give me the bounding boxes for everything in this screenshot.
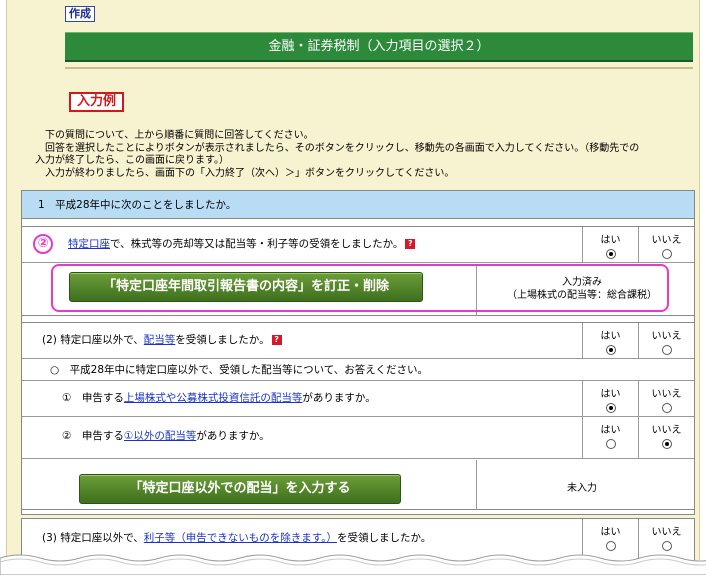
sub-question-1-row: ① 申告する上場株式や公募株式投資信託の配当等がありますか。 はい いいえ: [22, 381, 694, 417]
q2-yes-option[interactable]: はい: [582, 323, 638, 359]
question-1-label: で、株式等の売却等又は配当等・利子等の受領をしましたか。: [110, 238, 404, 250]
q2-no-label: いいえ: [651, 331, 682, 342]
question-3-prefix: (3) 特定口座以外で、: [42, 532, 144, 544]
question-3-label: を受領しましたか。: [337, 532, 432, 544]
instructions: 下の質問について、上から順番に質問に回答してください。 回答を選択したことにより…: [35, 130, 695, 180]
sub2-no-radio[interactable]: [661, 439, 672, 449]
q1-no-option[interactable]: いいえ: [638, 227, 694, 263]
highlight-box: [51, 264, 669, 312]
tokutei-koza-link[interactable]: 特定口座: [68, 238, 110, 250]
question-3-text: (3) 特定口座以外で、利子等（申告できないものを除きます。）を受領しましたか。: [42, 533, 431, 544]
sub-question-2-text: ② 申告する①以外の配当等がありますか。: [62, 431, 270, 442]
create-tag: 作成: [65, 6, 95, 22]
q1-yes-radio[interactable]: [605, 249, 616, 259]
sub1-label: がありますか。: [302, 392, 376, 404]
sub1-no-label: いいえ: [651, 389, 682, 400]
q2-status: 未入力: [567, 483, 597, 494]
question-2-label: を受領しましたか。: [175, 334, 270, 346]
sub1-yes-label: はい: [600, 389, 621, 400]
q1-yes-option[interactable]: はい: [582, 227, 638, 263]
page-frame: 作成 金融・証券税制（入力項目の選択２） 入力例 下の質問について、上から順番に…: [6, 0, 700, 560]
section-1-heading: 1 平成28年中に次のことをしましたか。: [22, 191, 694, 219]
instruction-line-4: 入力が終わりましたら、画面下の「入力終了（次へ）＞」ボタンをクリックしてください…: [45, 167, 455, 179]
listed-stock-dividend-link[interactable]: 上場株式や公募株式投資信託の配当等: [124, 392, 303, 404]
question-2-row: (2) 特定口座以外で、配当等を受領しましたか。? はい いいえ: [22, 323, 694, 359]
q2-yes-label: はい: [600, 331, 621, 342]
sub2-yes-option[interactable]: はい: [582, 417, 638, 459]
q1-no-radio[interactable]: [661, 249, 672, 259]
input-example-button[interactable]: 入力例: [69, 92, 125, 112]
sub2-yes-label: はい: [600, 425, 621, 436]
q3-yes-radio[interactable]: [605, 541, 616, 551]
sub-heading: ○ 平成28年中に特定口座以外で、受領した配当等について、お答えください。: [50, 364, 428, 376]
other-dividend-link[interactable]: ①以外の配当等: [124, 430, 196, 442]
instruction-line-2: 回答を選択したことによりボタンが表示されましたら、そのボタンをクリックし、移動先…: [45, 142, 640, 154]
sub-heading-row: ○ 平成28年中に特定口座以外で、受領した配当等について、お答えください。: [22, 359, 694, 381]
q2-no-option[interactable]: いいえ: [638, 323, 694, 359]
sub-question-2-row: ② 申告する①以外の配当等がありますか。 はい いいえ: [22, 417, 694, 459]
question-1-row: 特定口座で、株式等の売却等又は配当等・利子等の受領をしましたか。? はい いいえ: [22, 227, 694, 263]
help-icon[interactable]: ?: [405, 239, 416, 249]
sub1-no-option[interactable]: いいえ: [638, 381, 694, 417]
q3-no-label: いいえ: [651, 527, 682, 538]
question-2-prefix: (2) 特定口座以外で、: [42, 334, 144, 346]
step-badge: ②: [33, 234, 53, 254]
q3-yes-label: はい: [600, 527, 621, 538]
haitou-link[interactable]: 配当等: [144, 334, 176, 346]
page-title: 金融・証券税制（入力項目の選択２）: [65, 32, 693, 62]
instruction-line-3: 入力が終了したら、この画面に戻ります。）: [35, 155, 229, 166]
q1-yes-label: はい: [600, 235, 621, 246]
q1-no-label: いいえ: [651, 235, 682, 246]
sub1-prefix: ① 申告する: [62, 392, 124, 404]
question-1-text: 特定口座で、株式等の売却等又は配当等・利子等の受領をしましたか。?: [68, 238, 416, 250]
q2-no-radio[interactable]: [661, 345, 672, 355]
sub2-yes-radio[interactable]: [605, 439, 616, 449]
interest-link[interactable]: 利子等（申告できないものを除きます。）: [144, 532, 337, 544]
sub2-prefix: ② 申告する: [62, 430, 124, 442]
torn-edge: [0, 554, 706, 575]
instruction-line-1: 下の質問について、上から順番に質問に回答してください。: [45, 130, 314, 141]
sub-question-1-text: ① 申告する上場株式や公募株式投資信託の配当等がありますか。: [62, 393, 376, 404]
sub2-no-label: いいえ: [651, 425, 682, 436]
q2-yes-radio[interactable]: [605, 345, 616, 355]
sub2-label: がありますか。: [196, 430, 270, 442]
help-icon[interactable]: ?: [271, 335, 282, 345]
q3-no-radio[interactable]: [661, 541, 672, 551]
sub1-yes-radio[interactable]: [605, 403, 616, 413]
sub2-no-option[interactable]: いいえ: [638, 417, 694, 459]
sub1-no-radio[interactable]: [661, 403, 672, 413]
sub1-yes-option[interactable]: はい: [582, 381, 638, 417]
title-divider: [65, 67, 693, 69]
question-2-text: (2) 特定口座以外で、配当等を受領しましたか。?: [42, 335, 282, 346]
input-non-tokutei-dividend-button[interactable]: 「特定口座以外での配当」を入力する: [79, 474, 401, 504]
